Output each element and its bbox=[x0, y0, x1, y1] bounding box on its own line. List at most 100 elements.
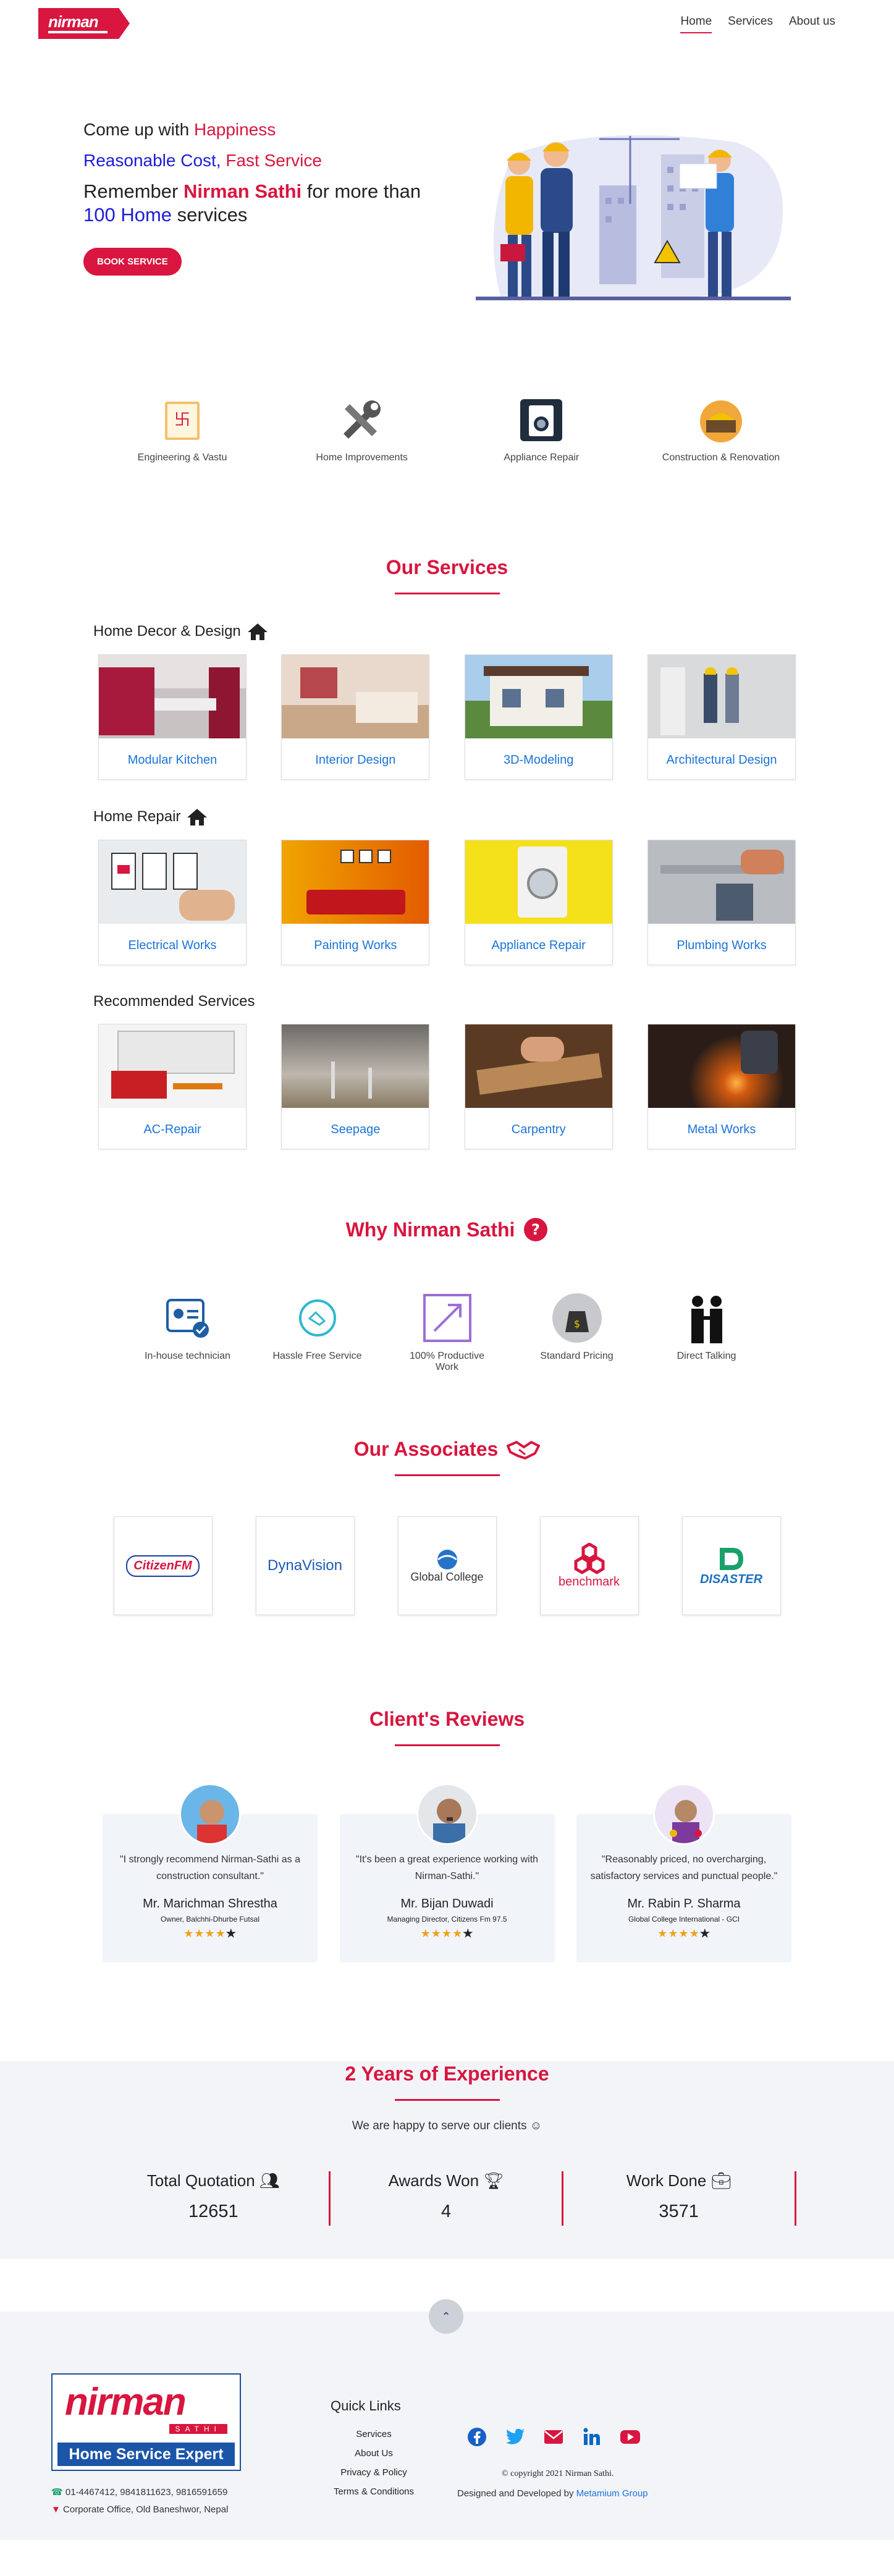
painting-works-image bbox=[282, 840, 429, 924]
metal-works-image bbox=[647, 1024, 795, 1108]
technician-badge-icon bbox=[161, 1291, 214, 1345]
metamium-link[interactable]: Metamium Group bbox=[576, 2488, 648, 2499]
briefcase-icon: 💼︎ bbox=[711, 2171, 732, 2190]
service-card-3d-modeling[interactable]: 3D-Modeling bbox=[464, 654, 613, 780]
modular-kitchen-image bbox=[99, 655, 246, 738]
service-card-architectural-design[interactable]: Architectural Design bbox=[647, 654, 796, 780]
category-home-improvements[interactable]: Home Improvements bbox=[300, 395, 424, 513]
service-card-appliance-repair[interactable]: Appliance Repair bbox=[464, 840, 613, 965]
avatar bbox=[179, 1783, 241, 1845]
avatar bbox=[653, 1783, 715, 1845]
reviews-section: Client's Reviews "I strongly recommend N… bbox=[0, 1708, 894, 1962]
quick-links: Quick Links Services About Us Privacy & … bbox=[331, 2398, 417, 2506]
home-icon bbox=[247, 623, 268, 640]
plumbing-works-image bbox=[647, 840, 795, 924]
star-rating: ★★★★★ bbox=[183, 1927, 237, 1940]
brand-logo[interactable]: nirman bbox=[38, 8, 130, 39]
vastu-book-icon: 卐 bbox=[158, 395, 207, 445]
why-inhouse-technician: In-house technician bbox=[138, 1291, 237, 1373]
twitter-icon[interactable] bbox=[505, 2426, 526, 2447]
chevron-up-icon: ⌃ bbox=[441, 2310, 451, 2323]
architectural-design-image bbox=[647, 655, 795, 738]
service-group-repair: Home Repair Electrical Works Painting Wo… bbox=[93, 808, 801, 965]
category-construction-renovation[interactable]: Construction & Renovation bbox=[659, 395, 783, 513]
social-links bbox=[466, 2426, 641, 2447]
associate-citizenfm-logo: CitizenFM bbox=[113, 1516, 213, 1615]
map-pin-icon: ▼ bbox=[51, 2504, 61, 2515]
construction-workers-illustration bbox=[476, 135, 791, 300]
service-group-decor: Home Decor & Design Modular Kitchen Inte… bbox=[93, 622, 801, 780]
youtube-icon[interactable] bbox=[620, 2426, 641, 2447]
review-card: "It's been a great experience working wi… bbox=[339, 1783, 555, 1962]
service-card-seepage[interactable]: Seepage bbox=[281, 1024, 430, 1149]
experience-subtitle: We are happy to serve our clients ☺ bbox=[352, 2119, 542, 2132]
nav-services-link[interactable]: Services bbox=[728, 15, 773, 33]
why-section: Why Nirman Sathi ? In-house technician H… bbox=[0, 1217, 894, 1373]
star-rating: ★★★★★ bbox=[420, 1927, 474, 1940]
service-card-carpentry[interactable]: Carpentry bbox=[464, 1024, 613, 1149]
services-section: Our Services Home Decor & Design Modular… bbox=[0, 556, 894, 1149]
tools-icon bbox=[337, 395, 387, 445]
facebook-icon[interactable] bbox=[466, 2426, 487, 2447]
hero-line-3: Remember Nirman Sathi for more than bbox=[83, 180, 421, 202]
expand-arrow-icon bbox=[421, 1291, 474, 1345]
linkedin-icon[interactable] bbox=[581, 2426, 602, 2447]
hero-section: Come up with Happiness Reasonable Cost, … bbox=[0, 46, 894, 327]
service-card-plumbing-works[interactable]: Plumbing Works bbox=[647, 840, 796, 965]
trophy-icon: 🏆︎ bbox=[483, 2171, 504, 2190]
stat-awards-won: Awards Won 🏆︎ 4 bbox=[331, 2171, 563, 2226]
hassle-free-icon bbox=[291, 1291, 344, 1345]
why-standard-pricing: $ Standard Pricing bbox=[528, 1291, 626, 1373]
ac-repair-image bbox=[99, 1024, 246, 1108]
avatar bbox=[416, 1783, 478, 1845]
footer-link-privacy[interactable]: Privacy & Policy bbox=[331, 2467, 417, 2478]
category-row: 卐 Engineering & Vastu Home Improvements … bbox=[0, 327, 894, 513]
service-group-title: Recommended Services bbox=[93, 993, 255, 1010]
seepage-image bbox=[282, 1024, 429, 1108]
service-card-metal-works[interactable]: Metal Works bbox=[647, 1024, 796, 1149]
service-card-painting-works[interactable]: Painting Works bbox=[281, 840, 430, 965]
footer-link-services[interactable]: Services bbox=[331, 2429, 417, 2439]
associate-global-college-logo: Global College bbox=[397, 1516, 497, 1615]
nav-home-link[interactable]: Home bbox=[680, 15, 712, 33]
associate-benchmark-logo: benchmark bbox=[539, 1516, 639, 1615]
appliance-icon bbox=[517, 395, 566, 445]
service-card-modular-kitchen[interactable]: Modular Kitchen bbox=[98, 654, 247, 780]
mail-icon[interactable] bbox=[543, 2426, 564, 2447]
footer-link-terms[interactable]: Terms & Conditions bbox=[331, 2486, 417, 2497]
question-circle-icon: ? bbox=[524, 1218, 548, 1241]
hero-line-4: 100 Home services bbox=[83, 204, 248, 226]
service-group-title: Home Decor & Design bbox=[93, 623, 241, 640]
3d-modeling-image bbox=[465, 655, 612, 738]
footer-logo: nirman SATHI Home Service Expert bbox=[51, 2373, 241, 2471]
book-service-button[interactable]: BOOK SERVICE bbox=[83, 248, 182, 276]
experience-section: 2 Years of Experience We are happy to se… bbox=[0, 2061, 894, 2259]
associate-disaster-logo: DISASTER bbox=[681, 1516, 781, 1615]
service-card-interior-design[interactable]: Interior Design bbox=[281, 654, 430, 780]
why-productive-work: 100% Productive Work bbox=[398, 1291, 497, 1373]
home-icon bbox=[187, 809, 208, 826]
footer-address: ▼ Corporate Office, Old Baneshwor, Nepal bbox=[51, 2504, 229, 2515]
interior-design-image bbox=[282, 655, 429, 738]
service-group-recommended: Recommended Services AC-Repair Seepage C… bbox=[93, 993, 801, 1149]
handshake-people-icon bbox=[680, 1291, 733, 1345]
reviews-title: Client's Reviews bbox=[369, 1708, 525, 1730]
why-direct-talking: Direct Talking bbox=[657, 1291, 756, 1373]
nav-about-link[interactable]: About us bbox=[789, 15, 835, 33]
service-group-title: Home Repair bbox=[93, 808, 181, 825]
footer-link-about[interactable]: About Us bbox=[331, 2448, 417, 2459]
service-card-ac-repair[interactable]: AC-Repair bbox=[98, 1024, 247, 1149]
service-card-electrical-works[interactable]: Electrical Works bbox=[98, 840, 247, 965]
footer: ⌃ nirman SATHI Home Service Expert ☎ 01-… bbox=[0, 2299, 894, 2540]
category-engineering-vastu[interactable]: 卐 Engineering & Vastu bbox=[120, 395, 244, 513]
associate-dynavision-logo: DynaVision bbox=[255, 1516, 355, 1615]
scroll-to-top-button[interactable]: ⌃ bbox=[429, 2299, 463, 2334]
category-appliance-repair[interactable]: Appliance Repair bbox=[479, 395, 603, 513]
review-card: "I strongly recommend Nirman-Sathi as a … bbox=[103, 1783, 318, 1962]
associates-section: Our Associates CitizenFM DynaVision Glob… bbox=[0, 1438, 894, 1615]
associates-title: Our Associates bbox=[353, 1438, 499, 1460]
svg-text:卐: 卐 bbox=[174, 411, 190, 429]
why-title: Why Nirman Sathi bbox=[345, 1218, 515, 1241]
phone-icon: ☎ bbox=[51, 2487, 63, 2498]
construction-icon bbox=[696, 395, 746, 445]
